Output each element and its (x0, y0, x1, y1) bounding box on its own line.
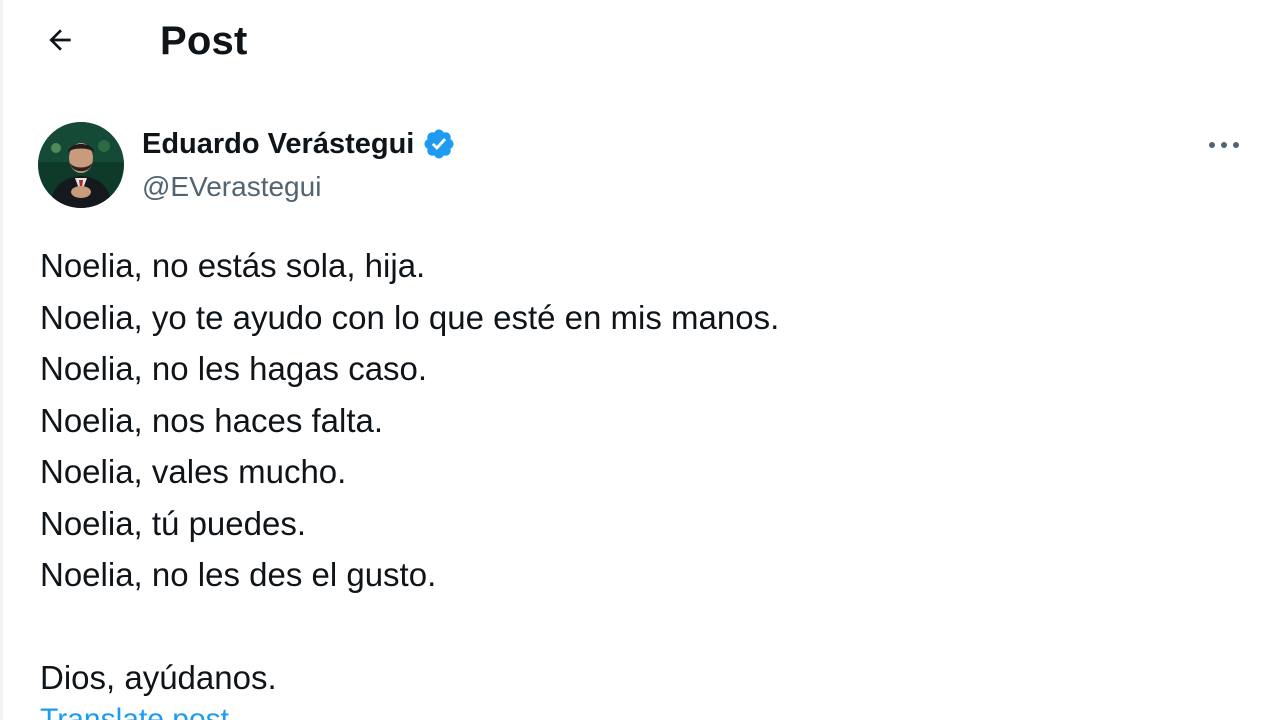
author-name[interactable]: Eduardo Verástegui (142, 124, 414, 164)
left-border (0, 0, 3, 720)
tweet-line: Noelia, no estás sola, hija. (40, 247, 426, 284)
paragraph-break (40, 601, 1240, 653)
author-name-row: Eduardo Verástegui (142, 124, 456, 164)
arrow-left-icon (49, 29, 71, 51)
author-handle[interactable]: @EVerastegui (142, 168, 321, 206)
more-options-button[interactable] (1204, 128, 1244, 162)
avatar-image (38, 122, 124, 208)
tweet-line: Noelia, vales mucho. (40, 453, 347, 490)
tweet-closing-line: Dios, ayúdanos. (40, 659, 277, 696)
post-header: Post (0, 0, 1280, 84)
tweet-text: Noelia, no estás sola, hija. Noelia, yo … (40, 240, 1240, 704)
translate-post-link[interactable]: Translate post (40, 702, 229, 720)
avatar[interactable] (38, 122, 124, 208)
tweet-line: Noelia, yo te ayudo con lo que esté en m… (40, 298, 780, 336)
page-title: Post (160, 19, 248, 63)
more-dots-icon (1209, 142, 1239, 148)
tweet-line: Noelia, no les des el gusto. (40, 556, 437, 593)
tweet-line: Noelia, no les hagas caso. (40, 350, 428, 387)
back-button[interactable] (36, 18, 84, 62)
tweet-line: Noelia, nos haces falta. (40, 401, 384, 439)
tweet-line: Noelia, tú puedes. (40, 504, 307, 542)
verified-badge-icon[interactable] (422, 127, 456, 161)
